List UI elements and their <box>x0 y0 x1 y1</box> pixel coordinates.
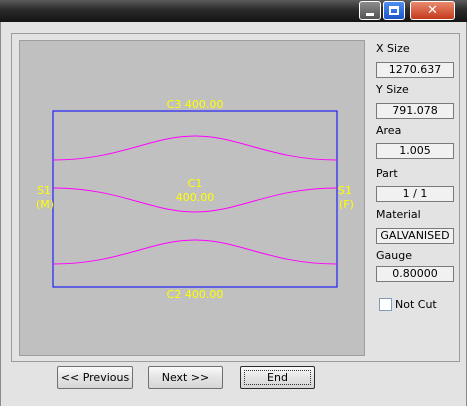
label-top: C3 400.00 <box>167 98 224 111</box>
label-right-side: (F) <box>339 198 354 211</box>
next-button[interactable]: Next >> <box>148 366 223 389</box>
part-field: 1 / 1 <box>376 186 454 202</box>
label-left-id: S1 <box>37 184 51 197</box>
previous-button[interactable]: << Previous <box>57 366 133 389</box>
part-preview-canvas: C3 400.00 C1 400.00 S1 (M) S1 (F) C2 400… <box>19 40 365 356</box>
label-right-id: S1 <box>338 184 352 197</box>
area-label: Area <box>376 124 402 137</box>
label-center-value: 400.00 <box>176 191 215 204</box>
y-size-label: Y Size <box>376 83 409 96</box>
end-button[interactable]: End <box>240 366 315 389</box>
area-field: 1.005 <box>376 143 454 159</box>
minimize-icon <box>366 13 374 16</box>
part-drawing: C3 400.00 C1 400.00 S1 (M) S1 (F) C2 400… <box>36 98 354 301</box>
y-size-field: 791.078 <box>376 103 454 119</box>
gauge-field: 0.80000 <box>376 266 454 282</box>
label-center-id: C1 <box>188 177 203 190</box>
x-size-label: X Size <box>376 42 410 55</box>
close-button[interactable]: ✕ <box>410 1 455 20</box>
not-cut-checkbox[interactable] <box>379 298 392 311</box>
label-bottom: C2 400.00 <box>167 288 224 301</box>
end-button-label: End <box>267 371 288 384</box>
not-cut-label[interactable]: Not Cut <box>395 297 437 313</box>
label-left-side: (M) <box>36 198 54 211</box>
curve-c2 <box>52 239 338 265</box>
close-icon: ✕ <box>427 3 438 18</box>
maximize-icon <box>389 6 399 15</box>
x-size-field: 1270.637 <box>376 62 454 78</box>
curve-c3 <box>52 135 338 161</box>
gauge-label: Gauge <box>376 249 412 262</box>
material-label: Material <box>376 208 421 221</box>
title-bar: ✕ <box>0 0 467 22</box>
maximize-button[interactable] <box>383 1 405 20</box>
material-field: GALVANISED <box>376 228 454 244</box>
minimize-button[interactable] <box>359 1 381 20</box>
part-label: Part <box>376 167 398 180</box>
